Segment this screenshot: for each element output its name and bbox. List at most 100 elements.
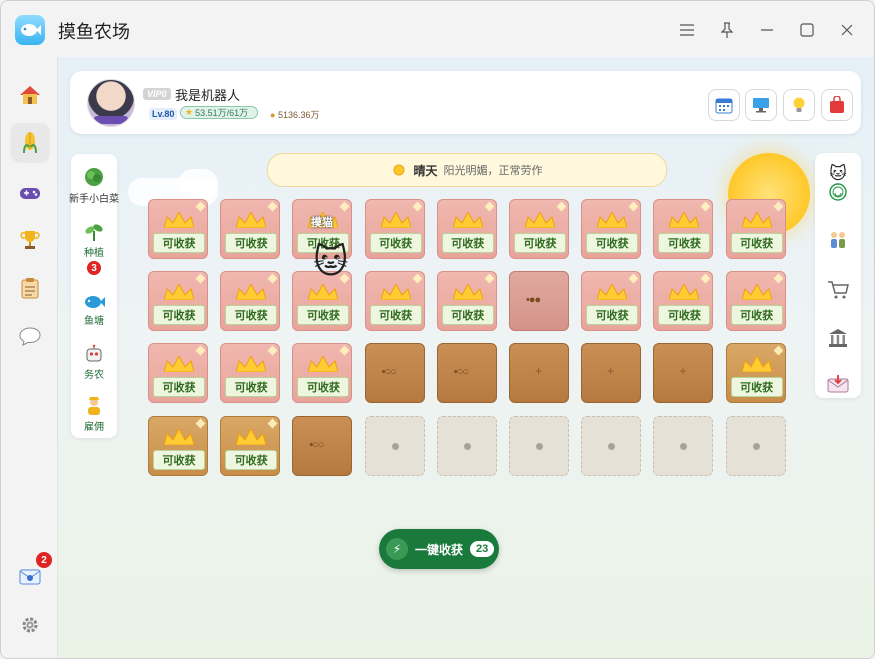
harvest-tag: 可收获 [153,233,205,253]
plot-harvestable[interactable]: 可收获 [148,415,208,476]
plot-empty[interactable] [509,415,569,476]
money-bag-icon: ● [270,110,276,120]
plot-harvestable[interactable]: 可收获 [725,271,786,332]
plot-empty[interactable] [436,415,497,476]
plot-harvestable[interactable]: 可收获 [725,343,786,404]
right-panel: 🐱 [815,153,861,398]
harvest-tag: 可收获 [153,305,205,326]
plot-seeded[interactable]: •○○ [364,343,425,404]
plot-harvestable[interactable]: 可收获 [364,199,425,259]
plot-harvestable[interactable]: 可收获 [220,343,281,404]
chat-icon[interactable] [11,317,49,355]
category-planting[interactable]: 种植 3 [71,222,117,275]
seeds-icon: •●● [526,294,541,307]
monitor-button[interactable] [745,89,777,121]
category-hire[interactable]: 雇佣 [71,396,117,433]
plot-harvestable[interactable]: 可收获 [220,199,281,259]
maximize-icon[interactable] [798,21,816,39]
cat-button[interactable]: 🐱 [815,163,861,203]
star-icon: ★ [185,107,194,117]
category-farming[interactable]: 务农 [71,344,117,381]
cat-mascot-icon[interactable]: 🐱 [313,242,348,282]
plot-harvestable[interactable]: 可收获 [364,271,425,332]
plot-empty[interactable] [364,415,425,476]
plot-harvestable[interactable]: 可收获 [436,199,497,259]
plot-seeded[interactable]: •○○ [292,415,353,476]
level-badge: Lv.80 [149,108,178,120]
left-nav: 2 [1,57,58,658]
plot-seeded[interactable]: •○○ [436,343,497,404]
harvest-tag: 可收获 [297,305,350,326]
harvest-tag: 可收获 [441,233,494,253]
avatar[interactable] [87,79,135,127]
plot-plowed[interactable]: + [509,343,569,404]
pin-icon[interactable] [718,21,736,39]
empty-dot-icon [391,442,399,450]
inbox-button[interactable] [815,371,861,397]
category-fish-pond[interactable]: 鱼塘 [71,294,117,327]
plot-empty[interactable] [581,415,642,476]
plot-harvestable[interactable]: 可收获 [220,415,281,476]
cat-label: 摸猫 [311,217,333,229]
harvest-tag: 可收获 [153,377,205,398]
shopping-bag-icon [830,96,844,113]
plot-plowed[interactable]: + [653,343,714,404]
plot-harvestable[interactable]: 可收获 [148,343,208,404]
plot-harvestable[interactable]: 可收获 [725,199,786,259]
category-cabbage[interactable]: 新手小白菜 [69,166,119,205]
plot-harvestable[interactable]: 可收获 [509,199,569,259]
coins-text: 5136.36万 [277,110,320,120]
plot-harvestable[interactable]: 可收获 [220,271,281,332]
monitor-icon [753,98,769,113]
category-label: 鱼塘 [84,316,104,327]
plant-plus-icon: + [679,364,687,379]
vip-badge: VIP0 [143,88,171,100]
lightbulb-icon [793,97,805,112]
seeds-icon: •○○ [453,366,469,379]
minimize-icon[interactable] [758,21,776,39]
calendar-icon [715,98,733,114]
plot-seeded[interactable]: •●● [509,271,569,332]
close-icon[interactable] [838,21,856,39]
plot-empty[interactable] [653,415,714,476]
weather-title: 晴天 [413,163,438,178]
harvest-tag: 可收获 [730,305,783,326]
settings-gear-icon[interactable] [11,606,49,644]
menu-icon[interactable] [678,21,696,39]
harvest-tag: 可收获 [225,233,278,253]
bank-button[interactable] [815,323,861,353]
plot-harvestable[interactable]: 可收获 [653,199,714,259]
friends-button[interactable] [815,225,861,255]
profile-card: VIP0 我是机器人 Lv.80 ★ 53.51万/61万 ● 5136.36万 [70,71,861,134]
category-label: 种植 [84,248,104,259]
plot-plowed[interactable]: + [581,343,642,404]
trophy-icon[interactable] [11,221,49,259]
game-icon[interactable] [11,174,49,212]
tasks-icon[interactable] [11,269,49,307]
plot-harvestable[interactable]: 可收获 [436,271,497,332]
category-panel: 新手小白菜 种植 3 鱼塘 务农 雇佣 [69,154,119,438]
tips-button[interactable] [783,89,815,121]
harvest-tag: 可收获 [658,305,711,326]
plot-harvestable[interactable]: 可收获 [581,271,642,332]
planting-badge: 3 [87,261,101,275]
shop-cart-button[interactable] [815,275,861,305]
smiley-icon [829,183,847,201]
mail-icon[interactable]: 2 [11,552,52,596]
plot-harvestable[interactable]: 可收获 [653,271,714,332]
plot-harvestable[interactable]: 可收获 [581,199,642,259]
calendar-button[interactable] [708,89,740,121]
plot-empty[interactable] [725,415,786,476]
home-icon[interactable] [11,76,49,114]
harvest-tag: 可收获 [225,305,278,326]
empty-dot-icon [680,442,688,450]
inbox-icon [827,375,849,393]
empty-dot-icon [608,442,616,450]
app-logo-icon [15,15,45,45]
plot-harvestable[interactable]: 可收获 [292,343,353,404]
farm-icon[interactable] [11,123,49,161]
plot-harvestable[interactable]: 可收获 [148,199,208,259]
harvest-all-button[interactable]: ⚡ 一键收获 23 [379,529,499,569]
plot-harvestable[interactable]: 可收获 [148,271,208,332]
shop-bag-button[interactable] [821,89,853,121]
